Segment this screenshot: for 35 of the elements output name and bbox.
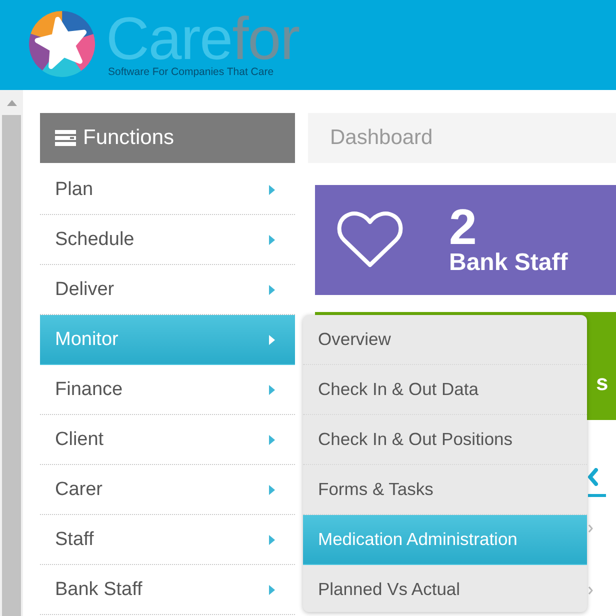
stat-label: Bank Staff xyxy=(449,250,568,276)
list-icon xyxy=(55,130,76,146)
brand-tagline: Software For Companies That Care xyxy=(107,66,275,78)
sidebar-item[interactable]: Staff xyxy=(40,515,295,565)
sidebar-item[interactable]: Plan xyxy=(40,165,295,215)
sidebar-item[interactable]: Schedule xyxy=(40,215,295,265)
sidebar-item[interactable]: Bank Staff xyxy=(40,565,295,615)
submenu-item[interactable]: Planned Vs Actual xyxy=(303,565,587,612)
caret-icon xyxy=(269,434,275,444)
scrollbar-thumb[interactable] xyxy=(2,115,21,616)
caret-icon xyxy=(269,284,275,294)
caret-icon xyxy=(269,334,275,344)
stat-value: 2 xyxy=(449,204,477,250)
sidebar-item[interactable]: Finance xyxy=(40,365,295,415)
submenu-item[interactable]: Check In & Out Positions xyxy=(303,415,587,465)
caret-icon xyxy=(269,234,275,244)
brand-name: Carefor xyxy=(106,8,300,68)
page-title: Dashboard xyxy=(308,113,616,163)
logo-icon xyxy=(29,11,95,77)
caret-icon xyxy=(269,484,275,494)
sidebar-item[interactable]: Client xyxy=(40,415,295,465)
caret-icon xyxy=(269,384,275,394)
caret-icon xyxy=(269,584,275,594)
chevron-right-icon xyxy=(588,524,593,532)
caret-icon xyxy=(269,184,275,194)
caret-icon xyxy=(269,534,275,544)
card-text: s xyxy=(596,371,608,395)
chevron-right-icon xyxy=(588,586,593,594)
sidebar-item[interactable]: Carer xyxy=(40,465,295,515)
submenu-item[interactable]: Check In & Out Data xyxy=(303,365,587,415)
submenu-item[interactable]: Overview xyxy=(303,315,587,365)
heart-icon xyxy=(337,211,403,269)
chevron-left-icon[interactable] xyxy=(588,468,598,486)
sidebar-title: Functions xyxy=(83,126,174,150)
scroll-up-icon[interactable] xyxy=(6,100,16,106)
